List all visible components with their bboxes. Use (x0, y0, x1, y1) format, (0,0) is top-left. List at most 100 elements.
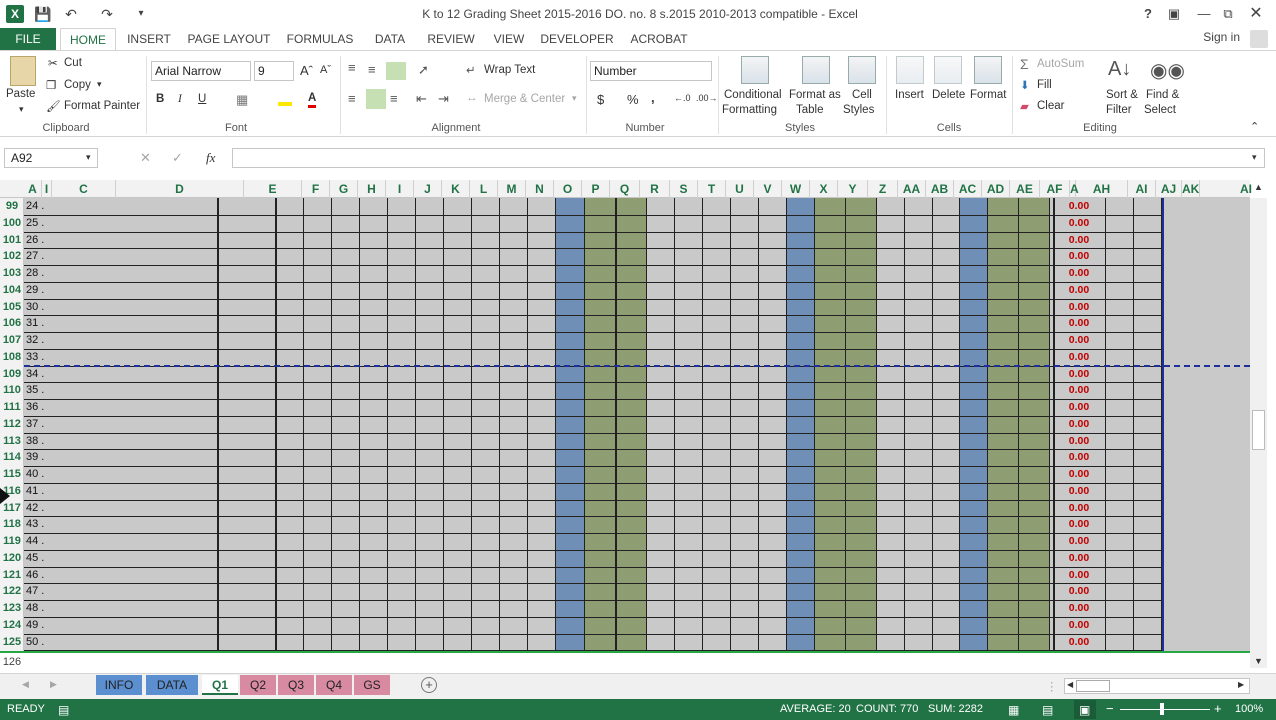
column-header[interactable]: U (726, 180, 754, 198)
avatar[interactable] (1250, 30, 1268, 48)
cell-ah-value[interactable]: 0.00 (1054, 198, 1104, 214)
sheet-tab-q1[interactable]: Q1 (202, 675, 238, 695)
sign-in-link[interactable]: Sign in (1203, 30, 1240, 44)
column-header[interactable]: AE (1010, 180, 1040, 198)
cell-ah-value[interactable]: 0.00 (1054, 567, 1104, 583)
row-header[interactable]: 104 (0, 282, 24, 299)
cell-student-number[interactable]: 50 . (26, 634, 66, 650)
cell-ah-value[interactable]: 0.00 (1054, 600, 1104, 616)
cell-student-number[interactable]: 45 . (26, 550, 66, 566)
align-right-icon[interactable]: ≡ (390, 91, 398, 106)
column-header[interactable]: I (42, 180, 52, 198)
row-header[interactable]: 114 (0, 449, 24, 466)
format-as-table-label-1[interactable]: Format as (789, 89, 841, 101)
scroll-up-icon[interactable]: ▲ (1254, 182, 1263, 192)
conditional-formatting-label-2[interactable]: Formatting (722, 104, 777, 116)
row-header[interactable]: 125 (0, 634, 24, 651)
expand-formula-chevron-down-icon[interactable]: ▾ (1252, 152, 1257, 163)
row-header[interactable]: 100 (0, 215, 24, 232)
cell-student-number[interactable]: 40 . (26, 466, 66, 482)
column-header[interactable]: A (24, 180, 42, 198)
sheet-tab-q3[interactable]: Q3 (278, 675, 314, 695)
align-top-icon[interactable]: ≡ (348, 60, 356, 75)
find-select-label-2[interactable]: Select (1144, 104, 1176, 116)
column-header[interactable]: Q (610, 180, 640, 198)
column-header[interactable]: P (582, 180, 610, 198)
macro-record-icon[interactable]: ▤ (58, 703, 69, 717)
column-header[interactable]: AC (954, 180, 982, 198)
cell-student-number[interactable]: 36 . (26, 399, 66, 415)
italic-button[interactable]: I (178, 93, 182, 105)
percent-button[interactable]: % (627, 92, 639, 107)
cell-ah-value[interactable]: 0.00 (1054, 466, 1104, 482)
increase-font-icon[interactable]: Aˆ (300, 63, 313, 78)
tab-page-layout[interactable]: PAGE LAYOUT (184, 28, 274, 50)
column-header[interactable]: AB (926, 180, 954, 198)
column-header[interactable]: M (498, 180, 526, 198)
undo-icon[interactable]: ↶ (62, 5, 80, 23)
orientation-icon[interactable]: ➚ (418, 62, 429, 78)
row-header[interactable]: 111 (0, 399, 24, 416)
row-header[interactable]: 105 (0, 299, 24, 316)
comma-button[interactable]: , (651, 90, 655, 105)
format-cells-button[interactable]: Format (970, 89, 1006, 101)
cell-ah-value[interactable]: 0.00 (1054, 366, 1104, 382)
minimize-icon[interactable]: — (1192, 4, 1216, 24)
cell-student-number[interactable]: 41 . (26, 483, 66, 499)
cell-styles-label-2[interactable]: Styles (843, 104, 874, 116)
cell-ah-value[interactable]: 0.00 (1054, 382, 1104, 398)
merge-chevron-down-icon[interactable]: ▾ (572, 93, 577, 104)
row-header[interactable]: 112 (0, 416, 24, 433)
row-header[interactable]: 122 (0, 583, 24, 600)
cell-ah-value[interactable]: 0.00 (1054, 232, 1104, 248)
cell-student-number[interactable]: 42 . (26, 500, 66, 516)
align-bottom-icon[interactable] (386, 62, 406, 80)
column-header[interactable]: C (52, 180, 116, 198)
cell-ah-value[interactable]: 0.00 (1054, 299, 1104, 315)
tab-data[interactable]: DATA (366, 28, 414, 50)
row-header[interactable]: 102 (0, 248, 24, 265)
cell-ah-value[interactable]: 0.00 (1054, 349, 1104, 365)
normal-view-icon[interactable]: ▦ (1008, 703, 1019, 717)
column-header[interactable]: AJ (1156, 180, 1182, 198)
format-painter-button[interactable]: Format Painter (64, 100, 140, 112)
cell-ah-value[interactable]: 0.00 (1054, 550, 1104, 566)
cancel-icon[interactable]: ✕ (140, 150, 151, 166)
copy-button[interactable]: Copy (64, 79, 91, 91)
column-header[interactable]: H (358, 180, 386, 198)
cell-student-number[interactable]: 30 . (26, 299, 66, 315)
fill-color-icon[interactable] (278, 92, 292, 106)
copy-chevron-down-icon[interactable]: ▾ (97, 79, 102, 90)
cell-ah-value[interactable]: 0.00 (1054, 516, 1104, 532)
column-header[interactable]: W (782, 180, 810, 198)
cell-student-number[interactable]: 49 . (26, 617, 66, 633)
underline-button[interactable]: U (198, 93, 206, 105)
worksheet-grid[interactable]: 24 . 0.00 25 . 0.00 26 . 0.00 27 . 0.00 28 . 0.00… (24, 198, 1250, 651)
cell-student-number[interactable]: 37 . (26, 416, 66, 432)
split-handle-icon[interactable]: ⋮ (1046, 679, 1058, 693)
currency-button[interactable]: $ (597, 92, 604, 107)
cell-styles-label-1[interactable]: Cell (852, 89, 872, 101)
row-header[interactable]: 121 (0, 567, 24, 584)
increase-indent-icon[interactable]: ⇥ (438, 91, 449, 107)
row-header[interactable]: 106 (0, 315, 24, 332)
column-header[interactable]: AK (1182, 180, 1200, 198)
cell-student-number[interactable]: 44 . (26, 533, 66, 549)
cell-ah-value[interactable]: 0.00 (1054, 533, 1104, 549)
prev-sheet-icon[interactable]: ◀ (22, 679, 29, 690)
cell-ah-value[interactable]: 0.00 (1054, 282, 1104, 298)
borders-icon[interactable]: ▦ (236, 92, 248, 108)
cell-student-number[interactable]: 28 . (26, 265, 66, 281)
column-header[interactable]: S (670, 180, 698, 198)
close-icon[interactable]: ✕ (1244, 4, 1268, 24)
formula-input[interactable] (232, 148, 1265, 168)
sheet-tab-q4[interactable]: Q4 (316, 675, 352, 695)
row-header[interactable]: 110 (0, 382, 24, 399)
horizontal-scroll-thumb[interactable] (1076, 680, 1110, 692)
zoom-level[interactable]: 100% (1235, 703, 1263, 715)
row-header[interactable]: 120 (0, 550, 24, 567)
cell-student-number[interactable]: 25 . (26, 215, 66, 231)
scroll-left-icon[interactable]: ◀ (1067, 680, 1073, 689)
column-header[interactable]: AF (1040, 180, 1070, 198)
align-center-icon[interactable] (366, 89, 386, 109)
